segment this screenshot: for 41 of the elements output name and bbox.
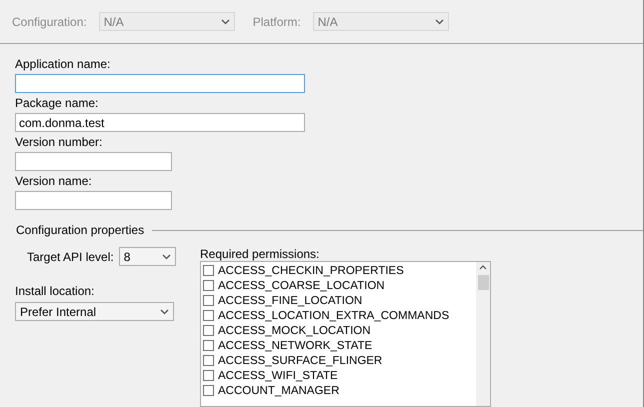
scrollbar[interactable]: [476, 262, 490, 406]
checkbox[interactable]: [203, 310, 214, 321]
checkbox[interactable]: [203, 340, 214, 351]
permissions-label: Required permissions:: [200, 247, 320, 261]
permission-name: ACCESS_CHECKIN_PROPERTIES: [218, 264, 404, 278]
install-location-label: Install location:: [15, 283, 96, 300]
group-title: Configuration properties: [16, 222, 144, 239]
permission-name: ACCESS_MOCK_LOCATION: [218, 324, 371, 338]
scroll-up-icon[interactable]: [479, 265, 487, 270]
permission-name: ACCESS_NETWORK_STATE: [218, 338, 372, 352]
field-label: Version name:: [15, 173, 93, 190]
checkbox[interactable]: [203, 355, 214, 366]
checkbox[interactable]: [203, 325, 214, 336]
dropdown[interactable]: 8: [118, 247, 176, 266]
scrollbar-thumb[interactable]: [478, 275, 488, 290]
permission-name: ACCESS_FINE_LOCATION: [218, 294, 362, 308]
permission-name: ACCESS_COARSE_LOCATION: [218, 278, 385, 292]
checkbox[interactable]: [203, 265, 214, 276]
field-label: Application name:: [15, 56, 112, 73]
checkbox[interactable]: [203, 370, 214, 381]
permission-name: ACCOUNT_MANAGER: [218, 384, 340, 398]
dropdown[interactable]: Prefer Internal: [15, 302, 174, 321]
configuration-label: Configuration:: [12, 14, 87, 30]
field-label: Package name:: [15, 95, 100, 112]
chevron-down-icon: [160, 308, 169, 314]
text-field[interactable]: [15, 152, 172, 171]
chevron-down-icon: [162, 254, 171, 260]
checkbox[interactable]: [203, 385, 214, 396]
checkbox[interactable]: [203, 295, 214, 306]
text-field[interactable]: [15, 191, 172, 210]
platform-label: Platform:: [252, 14, 301, 30]
permission-name: ACCESS_WIFI_STATE: [218, 368, 338, 382]
target-api-label: Target API level:: [27, 248, 114, 266]
permission-name: ACCESS_LOCATION_EXTRA_COMMANDS: [218, 308, 450, 322]
checkbox[interactable]: [203, 280, 214, 291]
chevron-down-icon: [434, 18, 444, 24]
permission-name: ACCESS_SURFACE_FLINGER: [218, 354, 382, 368]
chevron-down-icon: [220, 18, 230, 24]
field-label: Version number:: [15, 134, 104, 151]
text-field[interactable]: [15, 74, 305, 93]
text-field[interactable]: com.donma.test: [15, 113, 305, 132]
